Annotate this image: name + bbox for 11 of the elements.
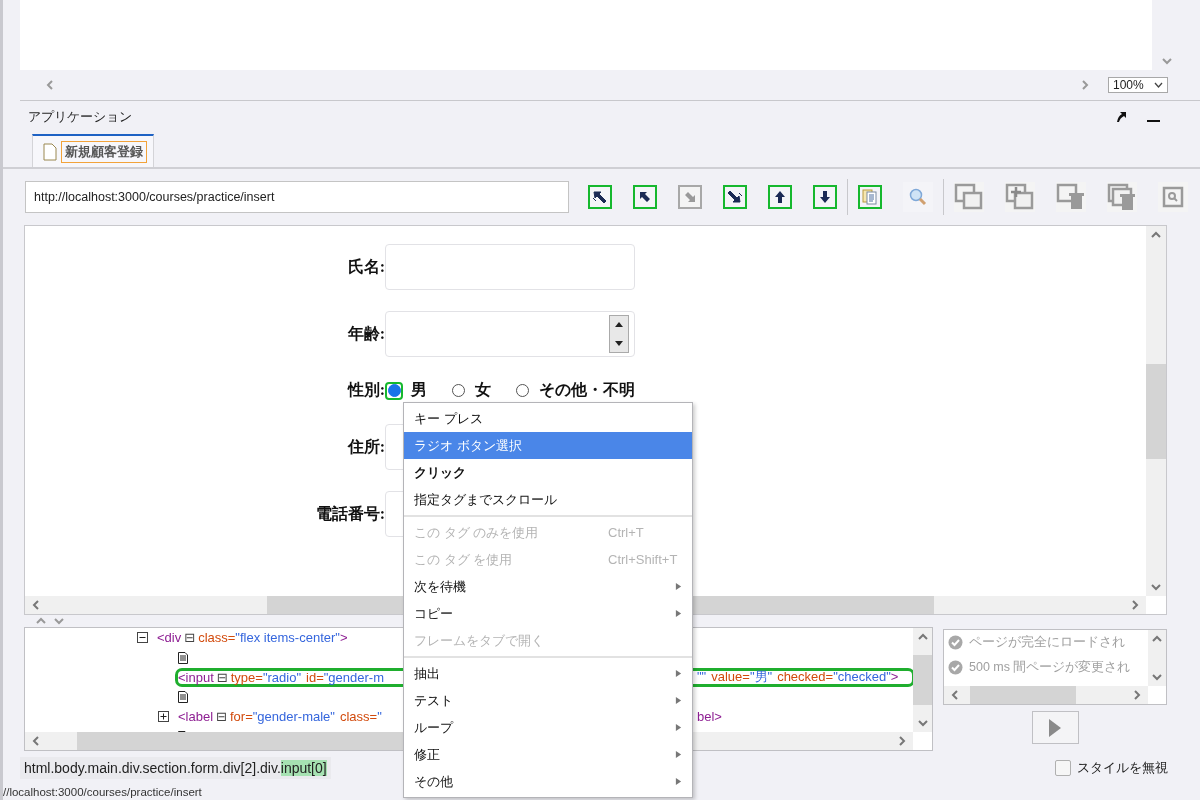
field-label: 電話番号: [314,503,385,524]
field-label: 住所: [346,436,385,457]
radio-label: 男 [411,380,427,400]
field-label: 性別: [346,380,385,400]
field-label: 氏名: [346,256,385,277]
radio-label: その他・不明 [539,380,635,400]
field-label: 年齢: [346,323,385,344]
element-path: html.body.main.div.section.form.div[2].div.input[0] [20,757,331,779]
status-bar-url: //localhost:3000/courses/practice/insert [3,785,203,799]
radio-label: 女 [475,380,491,400]
panel-title: アプリケーション [28,108,133,126]
